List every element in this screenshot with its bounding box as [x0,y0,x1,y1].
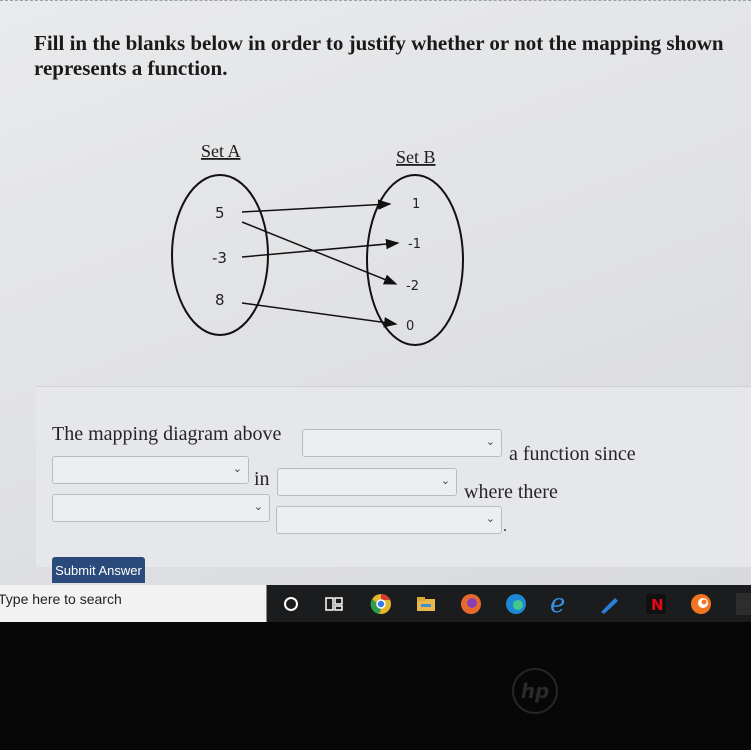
set-a-element: 8 [215,291,225,309]
chevron-down-icon: ⌄ [232,462,242,475]
set-a-label: Set A [201,141,241,161]
set-a-element: -3 [212,249,227,267]
chevron-down-icon: ⌄ [485,435,495,448]
mapping-arrow [241,221,398,285]
edge-icon[interactable] [505,593,527,615]
quantity-dropdown[interactable]: ⌄ [52,456,249,484]
mapping-arrow [241,238,400,258]
cortana-icon[interactable] [280,593,302,615]
file-explorer-icon[interactable] [415,593,437,615]
netflix-icon[interactable]: N [645,593,667,615]
set-b-element: 0 [406,319,414,334]
top-border [0,0,751,7]
svg-text:N: N [651,596,664,614]
set-a-element: 5 [215,204,225,222]
sentence-part-1: The mapping diagram above [52,423,282,445]
sentence-period: . [503,518,507,535]
set-b-element: -2 [406,279,419,294]
question-text: Fill in the blanks below in order to jus… [34,31,724,80]
chevron-down-icon: ⌄ [485,512,495,525]
chrome-icon[interactable] [370,593,392,615]
word-in: in [254,468,270,490]
internet-explorer-icon[interactable]: e [550,589,572,619]
taskbar: Type here to search e N [0,585,751,622]
reason-dropdown[interactable]: ⌄ [276,506,502,534]
firefox-icon[interactable] [460,593,482,615]
hp-logo: hp [512,668,558,714]
set-b-label: Set B [396,147,436,167]
submit-answer-button[interactable]: Submit Answer [52,557,145,583]
taskbar-overflow[interactable] [736,593,751,615]
search-placeholder: Type here to search [0,591,122,607]
function-dropdown[interactable]: ⌄ [302,429,502,457]
taskbar-search[interactable]: Type here to search [0,585,267,622]
sentence-part-3: where there [464,481,558,503]
set-b-element: 1 [412,197,420,212]
chevron-down-icon: ⌄ [253,500,263,513]
screen: Fill in the blanks below in order to jus… [0,0,751,585]
mapping-arrow [241,302,398,328]
mapping-diagram: Set A Set B 5 -3 8 1 -1 -2 0 [171,141,464,346]
sentence-part-2: a function since [509,443,636,465]
crunchyroll-icon[interactable] [690,593,712,615]
task-view-icon[interactable] [323,593,345,615]
pen-icon[interactable] [598,593,620,615]
set-dropdown[interactable]: ⌄ [277,468,457,496]
chevron-down-icon: ⌄ [440,474,450,487]
set-b-element: -1 [408,237,421,252]
count-dropdown[interactable]: ⌄ [52,494,270,522]
mapping-arrow [241,199,392,213]
